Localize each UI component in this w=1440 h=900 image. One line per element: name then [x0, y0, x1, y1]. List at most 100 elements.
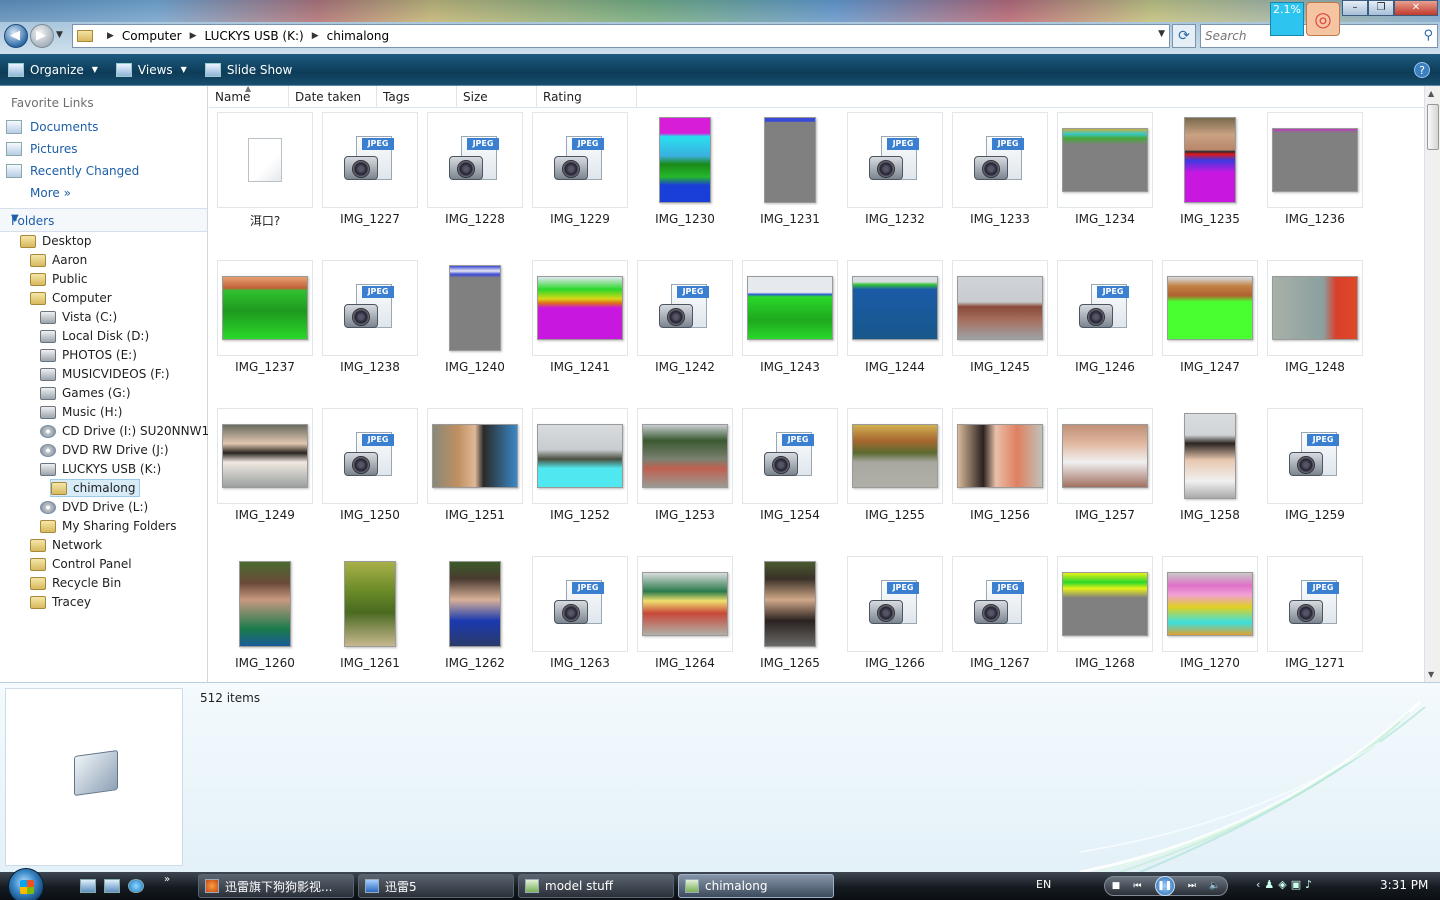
file-tile[interactable]: JPEG IMG_1266 [845, 556, 945, 682]
maximize-button[interactable]: ❐ [1368, 0, 1394, 16]
tree-item[interactable]: Vista (C:) [40, 308, 117, 326]
address-box[interactable]: ▶ Computer ▶ LUCKYS USB (K:) ▶ chimalong… [72, 24, 1170, 48]
scroll-down-icon[interactable]: ▼ [1428, 670, 1434, 679]
file-tile[interactable]: JPEG IMG_1259 [1265, 408, 1365, 538]
search-input[interactable] [1205, 26, 1405, 46]
tree-item[interactable]: My Sharing Folders [40, 517, 177, 535]
breadcrumb-separator-icon[interactable]: ▶ [312, 31, 319, 41]
task-button-chimalong[interactable]: chimalong [678, 874, 834, 898]
file-tile[interactable]: JPEG IMG_1250 [320, 408, 420, 538]
tree-item[interactable]: PHOTOS (E:) [40, 346, 137, 364]
file-tile[interactable]: IMG_1241 [530, 260, 630, 390]
tree-item[interactable]: Public [30, 270, 88, 288]
file-tile[interactable]: IMG_1257 [1055, 408, 1155, 538]
volume-icon[interactable]: 🔈 [1209, 881, 1220, 891]
tree-item[interactable]: LUCKYS USB (K:) [40, 460, 161, 478]
tree-item[interactable]: DVD RW Drive (J:) [40, 441, 169, 459]
file-tile[interactable]: IMG_1261 [320, 556, 420, 682]
file-tile[interactable]: IMG_1235 [1160, 112, 1260, 242]
organize-button[interactable]: Organize ▼ [8, 62, 98, 77]
file-tile[interactable]: IMG_1249 [215, 408, 315, 538]
tree-item[interactable]: Aaron [30, 251, 87, 269]
refresh-button[interactable]: ⟳ [1172, 24, 1196, 48]
quick-launch-more-icon[interactable]: » [164, 874, 170, 885]
stop-icon[interactable]: ■ [1112, 881, 1121, 891]
close-button[interactable]: ✕ [1394, 0, 1438, 16]
tree-item[interactable]: CD Drive (I:) SU20NNW1 [40, 422, 209, 440]
favorite-documents[interactable]: Documents [6, 120, 98, 134]
views-button[interactable]: Views ▼ [115, 62, 187, 77]
scrollbar-thumb[interactable] [1427, 104, 1439, 150]
file-tile[interactable]: IMG_1230 [635, 112, 735, 242]
column-header-name[interactable]: ▲ Name [209, 86, 289, 108]
file-tile[interactable]: JPEG IMG_1267 [950, 556, 1050, 682]
file-tile[interactable]: JPEG IMG_1254 [740, 408, 840, 538]
tree-item[interactable]: Desktop [20, 232, 92, 250]
file-tile[interactable]: JPEG IMG_1238 [320, 260, 420, 390]
task-button-xunlei-movies[interactable]: 迅雷旗下狗狗影视... [198, 874, 354, 898]
file-tile[interactable]: IMG_1264 [635, 556, 735, 682]
breadcrumb-chimalong[interactable]: chimalong [327, 29, 389, 43]
network-icon[interactable]: ◈ [1278, 878, 1286, 891]
clock[interactable]: 3:31 PM [1380, 878, 1428, 892]
tree-item[interactable]: chimalong [50, 479, 141, 497]
file-tile[interactable]: JPEG IMG_1263 [530, 556, 630, 682]
search-icon[interactable]: ⚲ [1423, 28, 1433, 43]
task-button-model-stuff[interactable]: model stuff [518, 874, 674, 898]
file-tile[interactable]: JPEG IMG_1229 [530, 112, 630, 242]
file-tile[interactable]: IMG_1255 [845, 408, 945, 538]
tree-item[interactable]: Control Panel [30, 555, 132, 573]
file-tile[interactable]: IMG_1251 [425, 408, 525, 538]
pause-icon[interactable]: ❚❚ [1154, 876, 1175, 896]
help-icon[interactable]: ? [1414, 62, 1430, 78]
file-tile[interactable]: IMG_1252 [530, 408, 630, 538]
file-tile[interactable]: IMG_1268 [1055, 556, 1155, 682]
slideshow-button[interactable]: Slide Show [204, 62, 292, 77]
file-tile[interactable]: JPEG IMG_1242 [635, 260, 735, 390]
favorite-recently-changed[interactable]: Recently Changed [6, 164, 139, 178]
file-tile[interactable]: IMG_1236 [1265, 112, 1365, 242]
breadcrumb-separator-icon[interactable]: ▶ [107, 31, 114, 41]
vertical-scrollbar[interactable]: ▲ ▼ [1424, 86, 1440, 682]
more-links[interactable]: More » [30, 186, 71, 200]
scroll-up-icon[interactable]: ▲ [1428, 89, 1434, 98]
tree-item[interactable]: Tracey [30, 593, 91, 611]
show-desktop-icon[interactable] [80, 879, 96, 893]
file-tile[interactable]: JPEG IMG_1232 [845, 112, 945, 242]
breadcrumb-luckys-usb[interactable]: LUCKYS USB (K:) [205, 29, 304, 43]
previous-icon[interactable]: ⏮ [1133, 881, 1141, 891]
column-header-rating[interactable]: Rating [537, 86, 637, 108]
file-tile[interactable]: IMG_1256 [950, 408, 1050, 538]
tray-expand-icon[interactable]: ‹ [1256, 878, 1260, 891]
file-tile[interactable]: IMG_1248 [1265, 260, 1365, 390]
folders-header[interactable]: Folders ▼ [0, 208, 207, 232]
file-tile[interactable]: IMG_1243 [740, 260, 840, 390]
tree-item[interactable]: MUSICVIDEOS (F:) [40, 365, 170, 383]
speaker-icon[interactable]: ♪ [1305, 878, 1312, 891]
favorite-pictures[interactable]: Pictures [6, 142, 78, 156]
start-button[interactable] [8, 868, 44, 900]
file-tile[interactable]: IMG_1234 [1055, 112, 1155, 242]
language-indicator[interactable]: EN [1036, 878, 1051, 891]
file-tile[interactable]: IMG_1231 [740, 112, 840, 242]
file-tile[interactable]: IMG_1270 [1160, 556, 1260, 682]
tree-item[interactable]: Network [30, 536, 102, 554]
recent-pages-dropdown[interactable]: ▼ [56, 30, 63, 40]
column-header-size[interactable]: Size [457, 86, 537, 108]
file-tile[interactable]: IMG_1244 [845, 260, 945, 390]
back-button[interactable]: ◀ [4, 24, 28, 48]
breadcrumb-computer[interactable]: Computer [122, 29, 182, 43]
tree-item[interactable]: Local Disk (D:) [40, 327, 149, 345]
tree-item[interactable]: Computer [30, 289, 112, 307]
file-tile[interactable]: IMG_1240 [425, 260, 525, 390]
file-tile[interactable]: IMG_1258 [1160, 408, 1260, 538]
file-tile[interactable]: JPEG IMG_1233 [950, 112, 1050, 242]
next-icon[interactable]: ⏭ [1188, 881, 1196, 891]
column-header-tags[interactable]: Tags [377, 86, 457, 108]
file-tile[interactable]: IMG_1245 [950, 260, 1050, 390]
switch-windows-icon[interactable] [104, 879, 120, 893]
forward-button[interactable]: ▶ [30, 24, 54, 48]
column-header-date-taken[interactable]: Date taken [289, 86, 377, 108]
address-dropdown-icon[interactable]: ▼ [1158, 29, 1165, 39]
file-tile[interactable]: IMG_1253 [635, 408, 735, 538]
